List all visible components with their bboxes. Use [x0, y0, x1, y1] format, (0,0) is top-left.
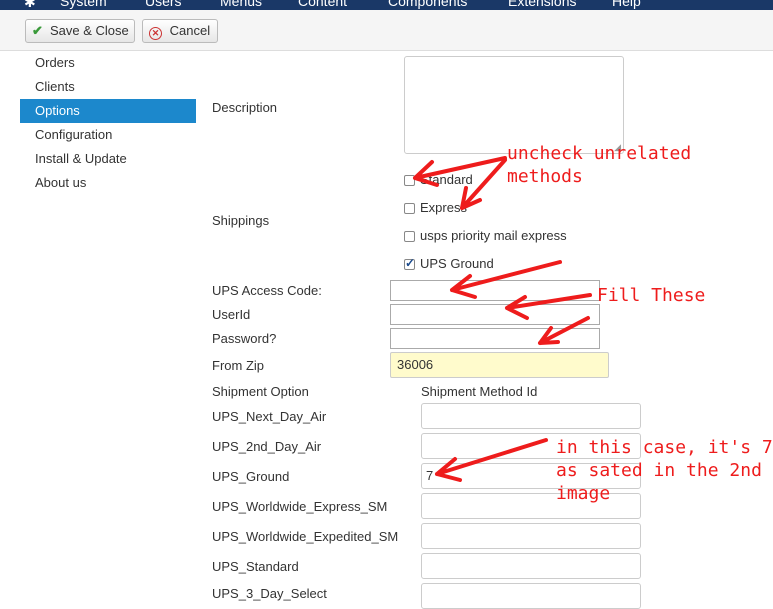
menu-help[interactable]: Help	[612, 0, 641, 9]
password-input[interactable]	[390, 328, 600, 349]
password-label: Password?	[212, 331, 277, 346]
shipping-standard-checkbox[interactable]	[404, 175, 415, 186]
cancel-label: Cancel	[169, 23, 211, 38]
top-menu-bar: ✱ System Users Menus Content Components …	[0, 0, 773, 10]
menu-content[interactable]: Content	[298, 0, 347, 9]
sidebar: Orders Clients Options Configuration Ins…	[20, 51, 196, 195]
from-zip-label: From Zip	[212, 358, 264, 373]
shipping-express-checkbox[interactable]	[404, 203, 415, 214]
shipment-option-label: UPS_Worldwide_Express_SM	[212, 499, 388, 514]
shipment-method-id-input[interactable]	[421, 523, 641, 549]
menu-menus[interactable]: Menus	[220, 0, 262, 9]
shipping-ups-ground-checkbox[interactable]	[404, 256, 415, 270]
toolbar: ✔ Save & Close ✕ Cancel	[0, 10, 773, 51]
shipment-method-id-input[interactable]	[421, 553, 641, 579]
menu-system[interactable]: System	[60, 0, 107, 9]
shippings-label: Shippings	[212, 213, 270, 228]
shipment-option-header: Shipment Option	[212, 384, 309, 399]
save-close-button[interactable]: ✔ Save & Close	[25, 19, 135, 43]
shipping-ups-ground-label: UPS Ground	[420, 256, 494, 271]
annotation-case-line2: as sated in the 2nd	[556, 460, 762, 481]
sidebar-item-install-update[interactable]: Install & Update	[20, 147, 196, 171]
shipment-option-label: UPS_Ground	[212, 469, 290, 484]
annotation-case-line1: in this case, it's 7,	[556, 437, 773, 458]
menu-components[interactable]: Components	[388, 0, 467, 9]
ups-access-code-input[interactable]	[390, 280, 600, 301]
sidebar-item-options[interactable]: Options	[20, 99, 196, 123]
shipment-option-label: UPS_Next_Day_Air	[212, 409, 327, 424]
check-icon: ✔	[32, 23, 43, 38]
description-label: Description	[212, 100, 278, 115]
shipping-express-label: Express	[420, 200, 467, 215]
annotation-uncheck-line2: methods	[507, 166, 583, 187]
shipment-option-label: UPS_2nd_Day_Air	[212, 439, 322, 454]
shipment-method-id-input[interactable]	[421, 403, 641, 429]
from-zip-input[interactable]: 36006	[390, 352, 609, 378]
shipping-standard-label: Standard	[420, 172, 473, 187]
shipping-usps-priority-checkbox[interactable]	[404, 231, 415, 242]
userid-label: UserId	[212, 307, 251, 322]
cancel-button[interactable]: ✕ Cancel	[142, 19, 218, 43]
ups-access-code-label: UPS Access Code:	[212, 283, 322, 298]
menu-extensions[interactable]: Extensions	[508, 0, 576, 9]
joomla-logo-icon[interactable]: ✱	[24, 0, 36, 10]
annotation-fill-these: Fill These	[597, 285, 706, 306]
sidebar-item-orders[interactable]: Orders	[20, 51, 196, 75]
sidebar-item-about-us[interactable]: About us	[20, 171, 196, 195]
shipment-option-label: UPS_Worldwide_Expedited_SM	[212, 529, 399, 544]
annotation-uncheck-line1: uncheck unrelated	[507, 143, 692, 164]
shipment-method-id-input[interactable]	[421, 583, 641, 609]
description-textarea[interactable]: ◢	[404, 56, 624, 154]
menu-users[interactable]: Users	[145, 0, 182, 9]
annotation-case-line3: image	[556, 483, 611, 504]
shipment-option-label: UPS_Standard	[212, 559, 299, 574]
sidebar-item-configuration[interactable]: Configuration	[20, 123, 196, 147]
cancel-icon: ✕	[149, 27, 162, 40]
userid-input[interactable]	[390, 304, 600, 325]
sidebar-item-clients[interactable]: Clients	[20, 75, 196, 99]
shipment-method-id-header: Shipment Method Id	[421, 384, 538, 399]
save-close-label: Save & Close	[50, 23, 129, 38]
shipping-usps-priority-label: usps priority mail express	[420, 228, 567, 243]
